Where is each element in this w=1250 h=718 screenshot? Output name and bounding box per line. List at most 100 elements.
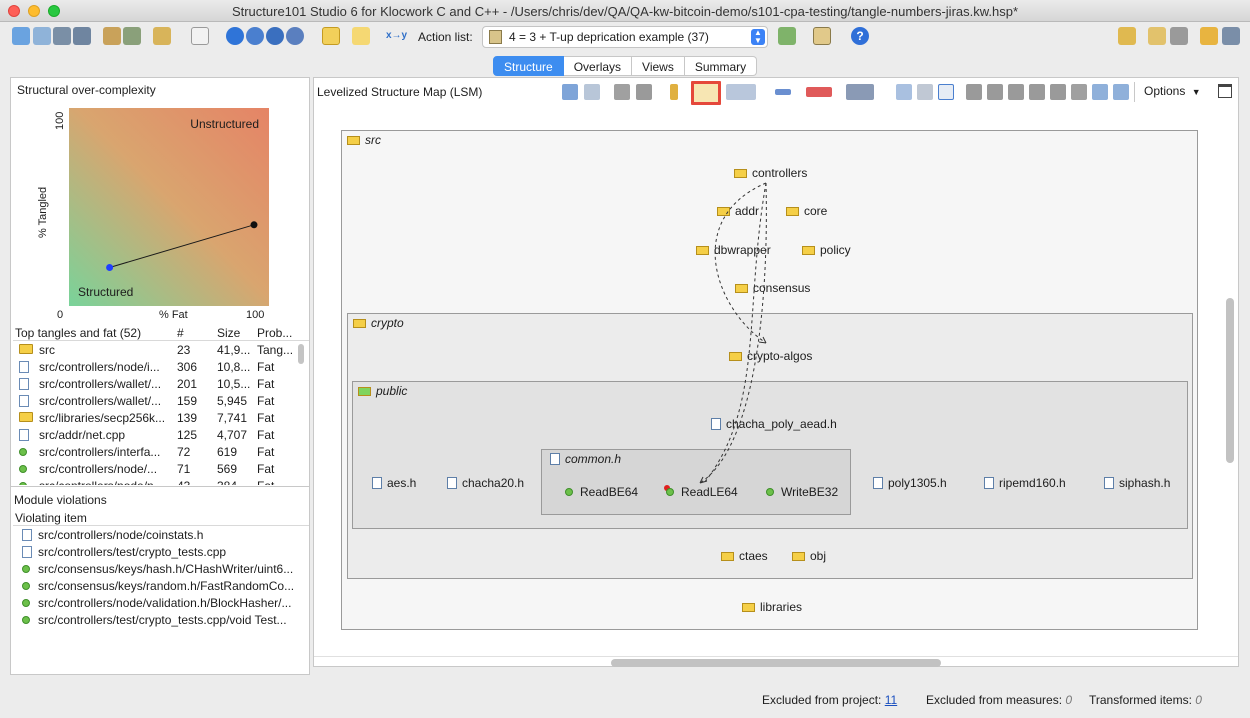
clear-icon[interactable] bbox=[636, 84, 652, 100]
node-chacha20[interactable]: chacha20.h bbox=[447, 476, 524, 490]
list-item[interactable]: src/consensus/keys/hash.h/CHashWriter/ui… bbox=[13, 561, 307, 578]
crypto-label[interactable]: crypto bbox=[353, 316, 404, 330]
tab-structure[interactable]: Structure bbox=[493, 56, 564, 76]
violations-col-item[interactable]: Violating item bbox=[15, 511, 87, 525]
help-icon[interactable]: ? bbox=[851, 27, 869, 45]
commit-icon[interactable] bbox=[1170, 27, 1188, 45]
dependency-icon-3[interactable] bbox=[1008, 84, 1024, 100]
wand-icon[interactable] bbox=[153, 27, 171, 45]
delete-icon[interactable] bbox=[614, 84, 630, 100]
node-poly1305[interactable]: poly1305.h bbox=[873, 476, 947, 490]
filter-in-icon[interactable] bbox=[1092, 84, 1108, 100]
node-policy[interactable]: policy bbox=[802, 243, 851, 257]
fit-icon[interactable] bbox=[917, 84, 933, 100]
redo-icon[interactable] bbox=[584, 84, 600, 100]
tangles-scrollbar[interactable] bbox=[298, 344, 304, 364]
lsm-vertical-scrollbar[interactable] bbox=[1226, 298, 1234, 463]
remove-icon[interactable] bbox=[266, 27, 284, 45]
color-dropdown-icon[interactable] bbox=[806, 87, 832, 97]
zoom-out-icon[interactable] bbox=[246, 27, 264, 45]
node-siphash[interactable]: siphash.h bbox=[1104, 476, 1170, 490]
remove-filter-icon[interactable] bbox=[1071, 84, 1087, 100]
list-item[interactable]: src/controllers/test/crypto_tests.cpp/vo… bbox=[13, 612, 307, 629]
node-consensus[interactable]: consensus bbox=[735, 281, 810, 295]
node-chacha-poly-aead[interactable]: chacha_poly_aead.h bbox=[711, 417, 837, 431]
dependency-icon-2[interactable] bbox=[987, 84, 1003, 100]
document-icon[interactable] bbox=[191, 27, 209, 45]
maximize-panel-icon[interactable] bbox=[1218, 84, 1232, 98]
node-readbe64[interactable]: ReadBE64 bbox=[565, 485, 638, 499]
header-file-icon bbox=[873, 477, 883, 489]
dependency-icon-4[interactable] bbox=[1029, 84, 1045, 100]
node-ctaes[interactable]: ctaes bbox=[721, 549, 768, 563]
tangles-col-name[interactable]: Top tangles and fat (52) bbox=[15, 326, 141, 340]
save-as-icon[interactable] bbox=[73, 27, 91, 45]
list-item[interactable]: src/controllers/node/validation.h/BlockH… bbox=[13, 595, 307, 612]
list-item[interactable]: src/controllers/node/coinstats.h bbox=[13, 527, 307, 544]
xy-mapping-icon[interactable]: x→y bbox=[386, 27, 407, 45]
properties-icon[interactable] bbox=[103, 27, 121, 45]
undo-icon[interactable] bbox=[562, 84, 578, 100]
grid-icon[interactable] bbox=[775, 89, 791, 95]
folder-view-icon[interactable] bbox=[322, 27, 340, 45]
dependency-icon-1[interactable] bbox=[966, 84, 982, 100]
node-ripemd160[interactable]: ripemd160.h bbox=[984, 476, 1066, 490]
node-crypto-algos[interactable]: crypto-algos bbox=[729, 349, 812, 363]
public-label[interactable]: public bbox=[358, 384, 407, 398]
node-readle64[interactable]: ReadLE64 bbox=[666, 485, 738, 499]
tab-views[interactable]: Views bbox=[632, 56, 685, 76]
node-core[interactable]: core bbox=[786, 204, 827, 218]
save-icon[interactable] bbox=[53, 27, 71, 45]
common-h-label[interactable]: common.h bbox=[550, 452, 621, 466]
list-item[interactable]: src/controllers/test/crypto_tests.cpp bbox=[13, 544, 307, 561]
tangles-col-problem[interactable]: Prob... bbox=[257, 326, 292, 340]
server-icon[interactable] bbox=[1200, 27, 1218, 45]
tab-summary[interactable]: Summary bbox=[684, 56, 758, 76]
action-list-settings-icon[interactable] bbox=[813, 27, 831, 45]
table-row[interactable]: src/controllers/wallet/... 159 5,945 Fat bbox=[13, 393, 297, 410]
move-up-icon[interactable] bbox=[670, 84, 678, 100]
table-row[interactable]: src/controllers/interfa... 72 619 Fat bbox=[13, 444, 297, 461]
add-action-icon[interactable] bbox=[778, 27, 796, 45]
node-aes[interactable]: aes.h bbox=[372, 476, 416, 490]
export-icon[interactable] bbox=[1222, 27, 1240, 45]
node-addr[interactable]: addr bbox=[717, 204, 759, 218]
tab-overlays[interactable]: Overlays bbox=[563, 56, 633, 76]
folder-open-icon[interactable] bbox=[352, 27, 370, 45]
table-row[interactable]: src/libraries/secp256k... 139 7,741 Fat bbox=[13, 410, 297, 427]
panel-divider bbox=[11, 486, 309, 487]
list-item[interactable]: src/consensus/keys/random.h/FastRandomCo… bbox=[13, 578, 307, 595]
node-dbwrapper[interactable]: dbwrapper bbox=[696, 243, 771, 257]
table-row[interactable]: src 23 41,9... Tang... bbox=[13, 342, 297, 359]
table-row[interactable]: src/controllers/node/n...43 384 Fat bbox=[13, 478, 297, 485]
table-row[interactable]: src/addr/net.cpp 125 4,707 Fat bbox=[13, 427, 297, 444]
open-project-icon[interactable] bbox=[33, 27, 51, 45]
excluded-project-link[interactable]: 11 bbox=[885, 693, 897, 707]
options-button[interactable]: Options ▼ bbox=[1144, 84, 1201, 98]
src-label[interactable]: src bbox=[347, 133, 381, 147]
node-controllers[interactable]: controllers bbox=[734, 166, 807, 180]
globe-icon[interactable] bbox=[226, 27, 244, 45]
filter-dropdown-icon[interactable] bbox=[846, 84, 874, 100]
lsm-horizontal-scrollbar[interactable] bbox=[611, 659, 941, 667]
search-icon[interactable] bbox=[286, 27, 304, 45]
page-icon[interactable] bbox=[896, 84, 912, 100]
publish-icon[interactable] bbox=[1118, 27, 1136, 45]
table-row[interactable]: src/controllers/node/i... 306 10,8... Fat bbox=[13, 359, 297, 376]
node-obj[interactable]: obj bbox=[792, 549, 826, 563]
expand-folder-icon[interactable] bbox=[691, 81, 721, 105]
layout-dropdown-icon[interactable] bbox=[726, 84, 756, 100]
table-row[interactable]: src/controllers/wallet/... 201 10,5... Fat bbox=[13, 376, 297, 393]
dependency-icon-5[interactable] bbox=[1050, 84, 1066, 100]
node-libraries[interactable]: libraries bbox=[742, 600, 802, 614]
filter-out-icon[interactable] bbox=[1113, 84, 1129, 100]
tangles-col-count[interactable]: # bbox=[177, 326, 184, 340]
table-row[interactable]: src/controllers/node/... 71 569 Fat bbox=[13, 461, 297, 478]
checkout-icon[interactable] bbox=[1148, 27, 1166, 45]
new-project-icon[interactable] bbox=[12, 27, 30, 45]
tangles-col-size[interactable]: Size bbox=[217, 326, 240, 340]
action-list-select[interactable]: 4 = 3 + T-up deprication example (37) ▲ ▼ bbox=[482, 26, 768, 48]
node-writebe32[interactable]: WriteBE32 bbox=[766, 485, 838, 499]
refresh-icon[interactable] bbox=[123, 27, 141, 45]
expand-all-icon[interactable] bbox=[938, 84, 954, 100]
